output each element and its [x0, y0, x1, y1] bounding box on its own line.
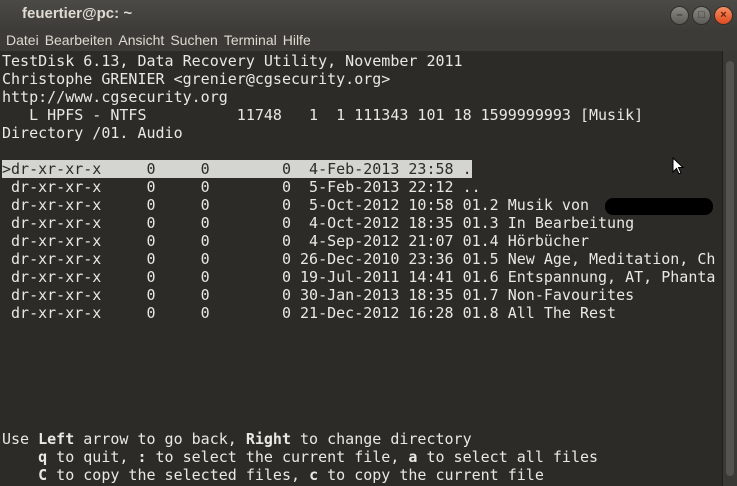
- help-key-right: Right: [245, 430, 291, 448]
- help-text: to select all files: [417, 448, 599, 466]
- file-row[interactable]: dr-xr-xr-x 0 0 0 26-Dec-2010 23:36 01.5 …: [2, 250, 715, 268]
- window-title: feuertier@pc: ~: [22, 5, 133, 22]
- menu-terminal[interactable]: Terminal: [224, 30, 277, 51]
- directory-path: Directory /01. Audio: [2, 124, 183, 142]
- close-icon[interactable]: ×: [714, 6, 733, 25]
- window-controls: – □ ×: [670, 6, 733, 25]
- minimize-icon[interactable]: –: [670, 6, 689, 25]
- help-key-c: c: [309, 466, 319, 484]
- header-line-1: TestDisk 6.13, Data Recovery Utility, No…: [2, 52, 463, 70]
- help-line-1: Use Left arrow to go back, Right to chan…: [2, 430, 472, 448]
- file-row[interactable]: dr-xr-xr-x 0 0 0 19-Jul-2011 14:41 01.6 …: [2, 268, 715, 286]
- terminal-window: feuertier@pc: ~ – □ × Datei Bearbeiten A…: [0, 0, 737, 486]
- scrollbar[interactable]: [722, 51, 737, 486]
- mouse-pointer-icon: [672, 157, 684, 175]
- file-row[interactable]: dr-xr-xr-x 0 0 0 21-Dec-2012 16:28 01.8 …: [2, 304, 616, 322]
- help-pad: [2, 448, 38, 466]
- header-line-2: Christophe GRENIER <grenier@cgsecurity.o…: [2, 70, 391, 88]
- file-row[interactable]: dr-xr-xr-x 0 0 0 30-Jan-2013 18:35 01.7 …: [2, 286, 634, 304]
- help-pad: [2, 466, 38, 484]
- maximize-icon[interactable]: □: [692, 6, 711, 25]
- scrollbar-thumb[interactable]: [726, 61, 734, 476]
- help-text: Use: [2, 430, 39, 448]
- file-row[interactable]: dr-xr-xr-x 0 0 0 4-Oct-2012 18:35 01.3 I…: [2, 214, 634, 232]
- help-key-q: q: [38, 448, 48, 466]
- help-key-colon: :: [137, 448, 147, 466]
- help-line-2: q to quit, : to select the current file,…: [2, 448, 598, 466]
- file-row[interactable]: dr-xr-xr-x 0 0 0 5-Feb-2013 22:12 ..: [2, 178, 481, 196]
- menu-hilfe[interactable]: Hilfe: [283, 30, 311, 51]
- partition-line: L HPFS - NTFS 11748 1 1 111343 101 18 15…: [2, 106, 644, 124]
- header-line-3: http://www.cgsecurity.org: [2, 88, 228, 106]
- menu-datei[interactable]: Datei: [6, 30, 39, 51]
- help-key-C: C: [38, 466, 48, 484]
- menu-bearbeiten[interactable]: Bearbeiten: [45, 30, 113, 51]
- help-text: to change directory: [291, 430, 472, 448]
- help-text: to copy the selected files,: [47, 466, 310, 484]
- file-row-selected[interactable]: >dr-xr-xr-x 0 0 0 4-Feb-2013 23:58 .: [2, 160, 472, 178]
- title-bar[interactable]: feuertier@pc: ~ – □ ×: [0, 0, 737, 30]
- redaction-mark: [605, 198, 713, 215]
- menu-suchen[interactable]: Suchen: [170, 30, 217, 51]
- help-line-3: C to copy the selected files, c to copy …: [2, 466, 544, 484]
- terminal-output[interactable]: TestDisk 6.13, Data Recovery Utility, No…: [0, 51, 722, 486]
- menu-ansicht[interactable]: Ansicht: [118, 30, 164, 51]
- file-row[interactable]: dr-xr-xr-x 0 0 0 5-Oct-2012 10:58 01.2 M…: [2, 196, 589, 214]
- help-text: to copy the current file: [318, 466, 544, 484]
- help-text: to select the current file,: [146, 448, 409, 466]
- menu-bar: Datei Bearbeiten Ansicht Suchen Terminal…: [0, 30, 737, 51]
- help-text: arrow to go back,: [74, 430, 246, 448]
- help-key-left: Left: [38, 430, 75, 448]
- file-row[interactable]: dr-xr-xr-x 0 0 0 4-Sep-2012 21:07 01.4 H…: [2, 232, 589, 250]
- help-text: to quit,: [47, 448, 138, 466]
